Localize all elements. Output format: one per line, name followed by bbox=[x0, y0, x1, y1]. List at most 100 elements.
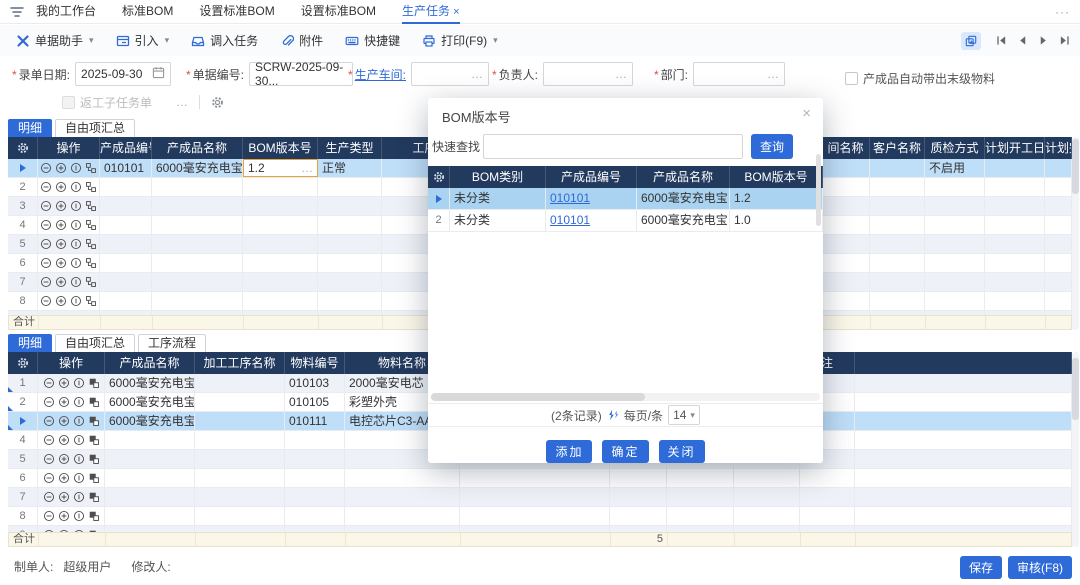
table-row[interactable]: 7 bbox=[8, 488, 1072, 507]
table-row[interactable]: 8 bbox=[8, 507, 1072, 526]
column-header[interactable]: 产成品编号 bbox=[100, 137, 152, 159]
column-header[interactable]: 计划开工日 bbox=[985, 137, 1045, 159]
row-insert-icon[interactable] bbox=[73, 491, 85, 503]
row-add-icon[interactable] bbox=[58, 396, 70, 408]
row-insert-icon[interactable] bbox=[73, 529, 85, 532]
row-insert-icon[interactable] bbox=[70, 276, 82, 288]
tab-set-standard-bom-1[interactable]: 设置标准BOM bbox=[199, 0, 274, 24]
row-copy-icon[interactable] bbox=[88, 529, 100, 532]
column-header[interactable]: 操作 bbox=[38, 352, 105, 374]
grid-settings-gear-icon[interactable] bbox=[8, 352, 38, 374]
table-row[interactable]: 6 bbox=[8, 469, 1072, 488]
row-insert-icon[interactable] bbox=[70, 219, 82, 231]
row-remove-icon[interactable] bbox=[40, 162, 52, 174]
workshop-link[interactable]: 生产车间: bbox=[355, 68, 406, 82]
print-button[interactable]: 打印(F9)▾ bbox=[422, 32, 498, 49]
row-add-icon[interactable] bbox=[55, 200, 67, 212]
column-header[interactable]: 产成品名称 bbox=[637, 166, 730, 188]
row-remove-icon[interactable] bbox=[43, 510, 55, 522]
column-header[interactable]: BOM版本号 bbox=[730, 166, 823, 188]
row-add-icon[interactable] bbox=[55, 181, 67, 193]
column-header[interactable]: 操作 bbox=[38, 137, 100, 159]
column-header[interactable]: 产成品名称 bbox=[105, 352, 195, 374]
dept-input[interactable]: … bbox=[693, 62, 785, 86]
row-insert-icon[interactable] bbox=[73, 453, 85, 465]
row-insert-icon[interactable] bbox=[73, 472, 85, 484]
row-add-icon[interactable] bbox=[58, 415, 70, 427]
column-header[interactable]: 物料编号 bbox=[285, 352, 345, 374]
row-add-icon[interactable] bbox=[58, 453, 70, 465]
row-insert-icon[interactable] bbox=[70, 314, 82, 315]
row-insert-icon[interactable] bbox=[70, 257, 82, 269]
row-copy-icon[interactable] bbox=[88, 472, 100, 484]
grid-settings-gear-icon[interactable] bbox=[428, 166, 450, 188]
row-remove-icon[interactable] bbox=[40, 181, 52, 193]
bom-version-edit-cell[interactable]: 1.2… bbox=[243, 159, 318, 177]
add-button[interactable]: 添加 bbox=[546, 440, 592, 463]
row-tree-icon[interactable] bbox=[85, 200, 97, 212]
column-header[interactable]: 客户名称 bbox=[870, 137, 925, 159]
more-fields-ellipsis-icon[interactable]: … bbox=[176, 95, 188, 109]
first-record-icon[interactable] bbox=[996, 35, 1007, 46]
column-header[interactable]: 产成品编号 bbox=[546, 166, 637, 188]
lower-grid-scrollbar[interactable] bbox=[1072, 352, 1079, 547]
modal-v-scrollbar[interactable] bbox=[816, 154, 821, 226]
grid-tab[interactable]: 明细 bbox=[8, 334, 52, 352]
import-button[interactable]: 引入▾ bbox=[116, 32, 170, 49]
grid-tab[interactable]: 明细 bbox=[8, 119, 52, 137]
row-remove-icon[interactable] bbox=[40, 238, 52, 250]
row-copy-icon[interactable] bbox=[88, 491, 100, 503]
upper-grid-scrollbar[interactable] bbox=[1072, 137, 1079, 330]
row-add-icon[interactable] bbox=[55, 276, 67, 288]
auto-material-checkbox[interactable] bbox=[845, 72, 858, 85]
row-add-icon[interactable] bbox=[55, 238, 67, 250]
row-remove-icon[interactable] bbox=[43, 415, 55, 427]
row-copy-icon[interactable] bbox=[88, 510, 100, 522]
row-remove-icon[interactable] bbox=[43, 377, 55, 389]
doc-helper-button[interactable]: 单据助手▾ bbox=[16, 32, 94, 49]
column-header[interactable]: 质检方式 bbox=[925, 137, 985, 159]
row-remove-icon[interactable] bbox=[40, 295, 52, 307]
row-remove-icon[interactable] bbox=[40, 219, 52, 231]
row-insert-icon[interactable] bbox=[70, 162, 82, 174]
row-remove-icon[interactable] bbox=[40, 257, 52, 269]
row-remove-icon[interactable] bbox=[43, 453, 55, 465]
lookup-ellipsis-icon[interactable]: … bbox=[471, 67, 483, 81]
tab-standard-bom[interactable]: 标准BOM bbox=[122, 0, 173, 24]
row-add-icon[interactable] bbox=[58, 529, 70, 532]
attachment-button[interactable]: 附件 bbox=[280, 32, 323, 49]
row-tree-icon[interactable] bbox=[85, 276, 97, 288]
row-tree-icon[interactable] bbox=[85, 181, 97, 193]
row-insert-icon[interactable] bbox=[70, 200, 82, 212]
hotkey-button[interactable]: 快捷键 bbox=[345, 32, 400, 49]
row-add-icon[interactable] bbox=[55, 162, 67, 174]
column-header[interactable]: BOM类别 bbox=[450, 166, 546, 188]
column-header[interactable]: 生产类型 bbox=[318, 137, 382, 159]
prev-record-icon[interactable] bbox=[1017, 35, 1028, 46]
column-header[interactable]: 产成品名称 bbox=[152, 137, 243, 159]
row-copy-icon[interactable] bbox=[88, 377, 100, 389]
close-button[interactable]: 关闭 bbox=[659, 440, 705, 463]
table-row[interactable]: 9 bbox=[8, 526, 1072, 532]
column-header[interactable]: BOM版本号 bbox=[243, 137, 318, 159]
column-header[interactable] bbox=[855, 352, 1072, 374]
row-tree-icon[interactable] bbox=[85, 314, 97, 315]
row-remove-icon[interactable] bbox=[40, 276, 52, 288]
product-code-link[interactable]: 010101 bbox=[550, 213, 590, 227]
row-add-icon[interactable] bbox=[58, 434, 70, 446]
next-record-icon[interactable] bbox=[1038, 35, 1049, 46]
row-insert-icon[interactable] bbox=[73, 377, 85, 389]
row-tree-icon[interactable] bbox=[85, 162, 97, 174]
row-insert-icon[interactable] bbox=[70, 181, 82, 193]
row-add-icon[interactable] bbox=[58, 510, 70, 522]
row-add-icon[interactable] bbox=[58, 491, 70, 503]
product-code-link[interactable]: 010101 bbox=[550, 191, 590, 205]
tab-production-task[interactable]: 生产任务× bbox=[402, 0, 459, 24]
column-header[interactable]: 间名称 bbox=[822, 137, 870, 159]
row-copy-icon[interactable] bbox=[88, 453, 100, 465]
row-insert-icon[interactable] bbox=[73, 396, 85, 408]
form-settings-gear-icon[interactable] bbox=[211, 96, 224, 109]
grid-tab[interactable]: 工序流程 bbox=[138, 334, 206, 352]
row-add-icon[interactable] bbox=[58, 472, 70, 484]
load-task-button[interactable]: 调入任务 bbox=[191, 32, 258, 49]
